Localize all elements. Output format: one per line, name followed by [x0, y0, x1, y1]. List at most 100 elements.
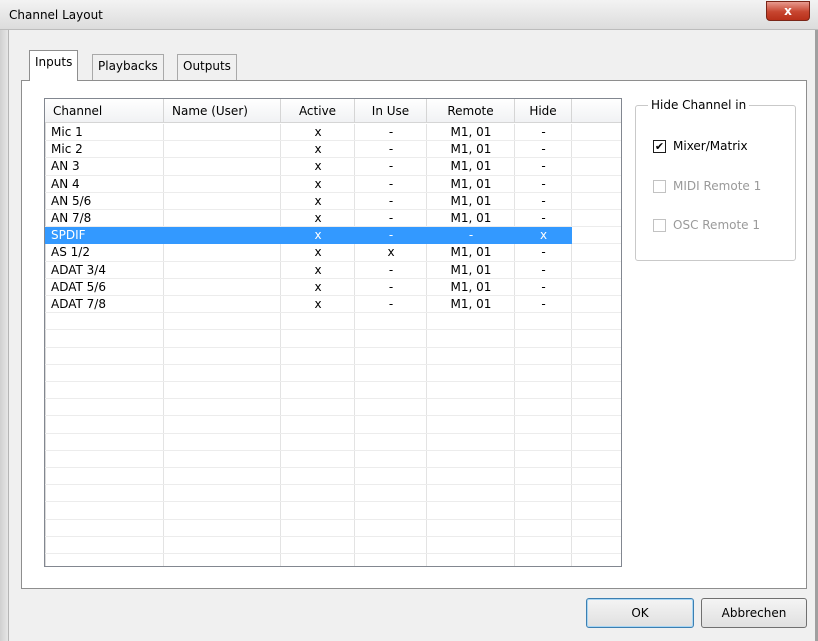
cell-active: x [314, 245, 322, 259]
column-header-name-user[interactable]: Name (User) [164, 99, 281, 123]
cell-name-user [164, 210, 281, 227]
osc-remote-checkbox [653, 218, 666, 232]
title-bar[interactable]: Channel Layout x [0, 0, 818, 30]
column-header-channel[interactable]: Channel [45, 99, 164, 123]
tab-playbacks[interactable]: Playbacks [92, 54, 164, 80]
hide-channel-group-title: Hide Channel in [648, 98, 750, 112]
cell-remote: M1, 01 [450, 142, 492, 156]
cell-remote: M1, 01 [450, 159, 492, 173]
grid-hline [45, 364, 621, 365]
cell-hide: - [541, 245, 546, 259]
channel-list[interactable]: Channel Name (User) Active In Use Remote… [44, 98, 622, 567]
cell-name-user [164, 158, 281, 175]
cancel-button[interactable]: Abbrechen [701, 598, 807, 628]
column-header-remote[interactable]: Remote [427, 99, 515, 123]
midi-remote-checkbox [653, 179, 666, 193]
table-row[interactable]: ADAT 7/8 x - M1, 01 - [45, 296, 572, 313]
table-row[interactable]: AN 5/6 x - M1, 01 - [45, 193, 572, 210]
cell-remote: M1, 01 [450, 211, 492, 225]
tab-inputs[interactable]: Inputs [29, 50, 79, 81]
cell-in-use: - [388, 280, 394, 294]
table-row[interactable]: AN 3 x - M1, 01 - [45, 158, 572, 175]
ok-button[interactable]: OK [586, 598, 694, 628]
table-row[interactable]: ADAT 5/6 x - M1, 01 - [45, 279, 572, 296]
grid-hline [45, 519, 621, 520]
osc-remote-checkbox-row: OSC Remote 1 [653, 217, 760, 233]
cell-hide: - [541, 142, 546, 156]
osc-remote-label: OSC Remote 1 [673, 218, 761, 232]
cell-channel: AN 7/8 [51, 211, 92, 225]
column-header-hide[interactable]: Hide [515, 99, 572, 123]
cell-name-user [164, 124, 281, 141]
table-row[interactable]: AN 4 x - M1, 01 - [45, 176, 572, 193]
window-left-border [0, 30, 9, 641]
hide-channel-group: Hide Channel in ✔ Mixer/Matrix MIDI Remo… [635, 98, 796, 261]
tab-inputs-label: Inputs [35, 55, 73, 69]
cell-in-use: - [388, 159, 394, 173]
cell-remote: M1, 01 [450, 297, 492, 311]
cell-hide: - [541, 177, 546, 191]
table-row[interactable]: Mic 1 x - M1, 01 - [45, 124, 572, 141]
cell-name-user [164, 244, 281, 261]
table-row[interactable]: Mic 2 x - M1, 01 - [45, 141, 572, 158]
cell-in-use: - [388, 142, 394, 156]
grid-hline [45, 329, 621, 330]
cell-active: x [314, 125, 322, 139]
window-title: Channel Layout [9, 8, 103, 22]
cell-hide: - [541, 297, 546, 311]
cell-active: x [314, 159, 322, 173]
cell-remote: M1, 01 [450, 177, 492, 191]
cell-hide: - [541, 263, 546, 277]
column-header-active[interactable]: Active [281, 99, 355, 123]
cell-channel: Mic 1 [51, 125, 83, 139]
channel-list-body: Mic 1 x - M1, 01 - Mic 2 x - M1, 01 - AN 3 x - M1, 01… [45, 124, 621, 566]
table-row[interactable]: SPDIF x - - x [45, 227, 572, 244]
cell-remote: - [468, 228, 474, 242]
grid-hline [45, 553, 621, 554]
cell-name-user [164, 193, 281, 210]
grid-hline [45, 536, 621, 537]
mixer-matrix-checkbox-row[interactable]: ✔ Mixer/Matrix [653, 138, 748, 154]
grid-hline [45, 501, 621, 502]
close-button[interactable]: x [766, 1, 810, 21]
close-icon: x [784, 4, 792, 18]
cell-remote: M1, 01 [450, 194, 492, 208]
table-row[interactable]: ADAT 3/4 x - M1, 01 - [45, 262, 572, 279]
column-header-in-use[interactable]: In Use [355, 99, 427, 123]
cell-name-user [164, 279, 281, 296]
cell-channel: ADAT 3/4 [51, 263, 106, 277]
table-row[interactable]: AS 1/2 x x M1, 01 - [45, 244, 572, 261]
table-row[interactable]: AN 7/8 x - M1, 01 - [45, 210, 572, 227]
grid-hline [45, 467, 621, 468]
cell-active: x [314, 297, 322, 311]
cell-hide: x [539, 228, 548, 242]
cell-hide: - [541, 280, 546, 294]
cell-channel: ADAT 7/8 [51, 297, 106, 311]
cell-in-use: x [387, 245, 395, 259]
cell-active: x [314, 228, 322, 242]
grid-hline [45, 398, 621, 399]
cell-in-use: - [388, 228, 394, 242]
grid-hline [45, 347, 621, 348]
tab-outputs[interactable]: Outputs [177, 54, 237, 80]
cell-remote: M1, 01 [450, 125, 492, 139]
mixer-matrix-label: Mixer/Matrix [673, 139, 748, 153]
mixer-matrix-checkbox[interactable]: ✔ [653, 139, 666, 153]
cell-in-use: - [388, 177, 394, 191]
grid-hline [45, 484, 621, 485]
cell-in-use: - [388, 125, 394, 139]
midi-remote-label: MIDI Remote 1 [673, 179, 762, 193]
cell-channel: SPDIF [51, 228, 86, 242]
cell-hide: - [541, 159, 546, 173]
midi-remote-checkbox-row: MIDI Remote 1 [653, 178, 761, 194]
channel-layout-window: Channel Layout x Inputs Playbacks Output… [0, 0, 818, 641]
grid-hline [45, 433, 621, 434]
cell-channel: Mic 2 [51, 142, 83, 156]
grid-hline [45, 415, 621, 416]
channel-list-header: Channel Name (User) Active In Use Remote… [45, 99, 621, 123]
cell-name-user [164, 227, 281, 244]
cell-channel: AS 1/2 [51, 245, 90, 259]
cell-hide: - [541, 194, 546, 208]
cell-remote: M1, 01 [450, 245, 492, 259]
cell-in-use: - [388, 194, 394, 208]
